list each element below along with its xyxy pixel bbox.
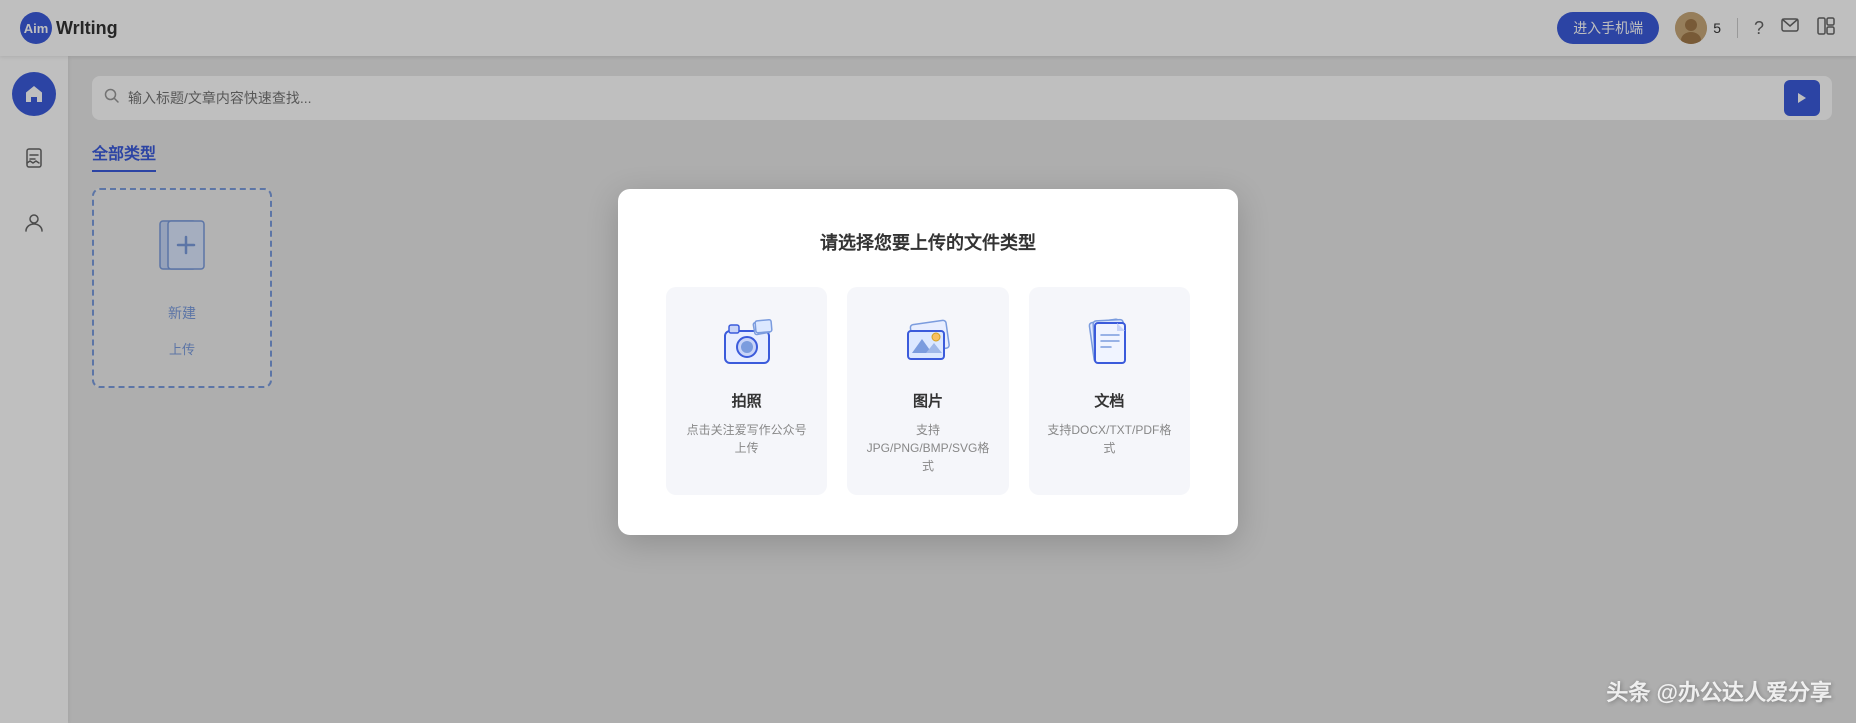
document-icon	[1081, 315, 1137, 380]
modal-title: 请选择您要上传的文件类型	[666, 229, 1190, 255]
document-option-desc: 支持DOCX/TXT/PDF格式	[1045, 421, 1174, 457]
modal-option-document[interactable]: 文档 支持DOCX/TXT/PDF格式	[1029, 287, 1190, 495]
modal-option-photo[interactable]: 拍照 点击关注爱写作公众号上传	[666, 287, 827, 495]
document-option-title: 文档	[1094, 390, 1124, 411]
image-option-title: 图片	[913, 390, 943, 411]
modal-options: 拍照 点击关注爱写作公众号上传	[666, 287, 1190, 495]
photo-option-title: 拍照	[732, 390, 762, 411]
image-option-desc: 支持JPG/PNG/BMP/SVG格式	[863, 421, 992, 475]
modal-option-image[interactable]: 图片 支持JPG/PNG/BMP/SVG格式	[847, 287, 1008, 495]
modal-overlay: 请选择您要上传的文件类型	[0, 0, 1856, 723]
photo-icon	[719, 315, 775, 380]
image-icon	[900, 315, 956, 380]
photo-option-desc: 点击关注爱写作公众号上传	[682, 421, 811, 457]
upload-type-modal: 请选择您要上传的文件类型	[618, 189, 1238, 535]
